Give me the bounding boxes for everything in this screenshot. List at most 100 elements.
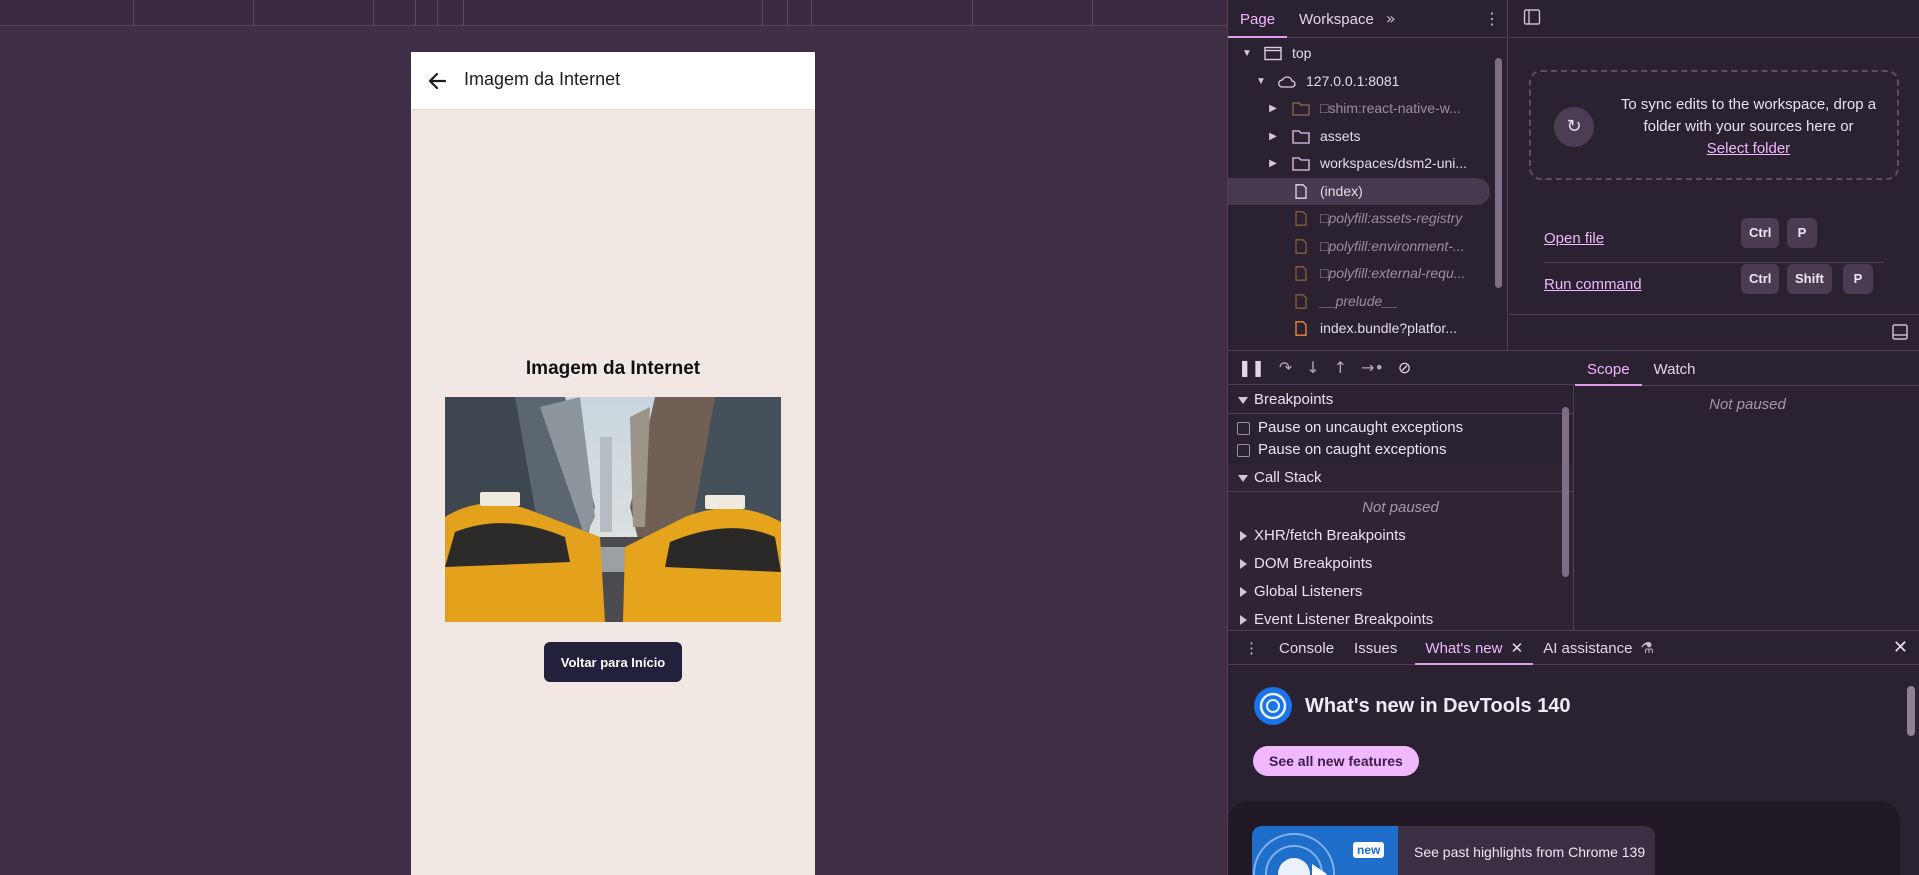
tab-console[interactable]: Console xyxy=(1269,631,1344,665)
drawer-menu-icon[interactable]: ⋮ xyxy=(1228,639,1269,657)
close-drawer-icon[interactable]: ✕ xyxy=(1893,637,1908,658)
deactivate-breakpoints-icon[interactable]: ⊘ xyxy=(1398,358,1411,377)
highlights-card: new See past highlights from Chrome 139 xyxy=(1228,801,1900,875)
toggle-debugger-icon[interactable] xyxy=(1892,324,1908,340)
bottom-drawer: ⋮ Console Issues What's new ✕ AI assista… xyxy=(1228,630,1919,875)
run-command-link[interactable]: Run command xyxy=(1544,276,1642,293)
select-folder-link[interactable]: Select folder xyxy=(1611,138,1886,160)
drop-text: To sync edits to the workspace, drop a f… xyxy=(1611,94,1886,160)
scope-tabbar: Scope Watch xyxy=(1575,351,1919,386)
tab-scope[interactable]: Scope xyxy=(1575,351,1642,386)
pause-caught-checkbox[interactable]: Pause on caught exceptions xyxy=(1228,439,1573,461)
cloud-icon xyxy=(1278,75,1296,88)
debugger-pane: ❚❚ ↷ ↓ ↑ →• ⊘ Breakpoints Pause on uncau… xyxy=(1228,350,1919,634)
drawer-scrollbar[interactable] xyxy=(1904,666,1918,875)
script-file-icon xyxy=(1295,321,1307,336)
pause-uncaught-checkbox[interactable]: Pause on uncaught exceptions xyxy=(1228,417,1573,439)
whats-new-heading: What's new in DevTools 140 xyxy=(1253,686,1571,726)
run-command-row: Run command Ctrl Shift P xyxy=(1544,264,1884,309)
flask-icon: ⚗ xyxy=(1640,639,1655,657)
file-icon xyxy=(1295,183,1307,199)
close-tab-icon[interactable]: ✕ xyxy=(1511,640,1524,657)
workspace-drop-zone[interactable]: ↻ To sync edits to the workspace, drop a… xyxy=(1529,70,1899,180)
step-out-icon[interactable]: ↑ xyxy=(1334,358,1347,377)
top-ruler xyxy=(0,0,1227,26)
tab-issues[interactable]: Issues xyxy=(1344,631,1407,665)
tab-whats-new[interactable]: What's new ✕ xyxy=(1415,631,1534,665)
folder-icon xyxy=(1292,102,1310,116)
kbd-key: P xyxy=(1787,218,1817,248)
pause-icon[interactable]: ❚❚ xyxy=(1238,358,1265,377)
tree-item[interactable]: index.bundle?platfor... xyxy=(1228,315,1490,343)
highlight-item[interactable]: new See past highlights from Chrome 139 xyxy=(1252,826,1655,875)
sync-icon: ↻ xyxy=(1554,107,1594,147)
tab-page[interactable]: Page xyxy=(1228,0,1288,38)
app-header: Imagem da Internet xyxy=(411,52,815,110)
back-home-button[interactable]: Voltar para Início xyxy=(544,642,682,682)
debugger-scrollbar[interactable] xyxy=(1558,387,1572,627)
navigator-tabbar: Page Workspace » ⋮ xyxy=(1228,0,1508,38)
editor-footer xyxy=(1509,314,1919,350)
tab-workspace[interactable]: Workspace xyxy=(1287,0,1386,38)
step-into-icon[interactable]: ↓ xyxy=(1306,358,1319,377)
tree-item[interactable]: ▶ assets xyxy=(1228,123,1490,151)
scope-status: Not paused xyxy=(1709,396,1786,413)
script-file-icon xyxy=(1295,238,1307,254)
tree-item[interactable]: □polyfill:assets-registry xyxy=(1228,205,1490,233)
scope-pane: Scope Watch Not paused xyxy=(1575,351,1919,631)
device-viewport: Imagem da Internet Imagem da Internet Vo… xyxy=(0,0,1227,875)
highlight-text: See past highlights from Chrome 139 xyxy=(1414,844,1646,860)
navigator-scrollbar[interactable] xyxy=(1490,38,1506,345)
file-tree: ▼ top ▼ 127.0.0.1:8081 ▶ □shim:react-nat… xyxy=(1228,40,1490,345)
see-all-features-button[interactable]: See all new features xyxy=(1253,746,1419,776)
kbd-key: P xyxy=(1843,264,1873,294)
script-file-icon xyxy=(1295,211,1307,226)
debugger-toolbar: ❚❚ ↷ ↓ ↑ →• ⊘ xyxy=(1228,351,1574,385)
chrome-logo-icon xyxy=(1254,687,1292,725)
script-file-icon xyxy=(1295,293,1307,309)
tree-item[interactable]: (index) xyxy=(1228,177,1490,205)
tree-item[interactable]: ▼ 127.0.0.1:8081 xyxy=(1228,68,1490,96)
internet-image xyxy=(445,397,781,622)
tree-item[interactable]: ▶ □shim:react-native-w... xyxy=(1228,95,1490,123)
checkbox[interactable] xyxy=(1237,422,1250,435)
tree-item[interactable]: ▼ top xyxy=(1228,40,1490,68)
sources-navigator: Page Workspace » ⋮ ▼ top ▼ 127.0.0.1:808… xyxy=(1228,0,1508,350)
tree-item[interactable]: □polyfill:environment-... xyxy=(1228,233,1490,261)
kbd-key: Ctrl xyxy=(1741,264,1780,294)
editor-tabbar xyxy=(1509,0,1919,38)
new-badge: new xyxy=(1353,842,1385,858)
header-title: Imagem da Internet xyxy=(464,69,621,89)
script-file-icon xyxy=(1295,266,1307,281)
call-stack-status: Not paused xyxy=(1228,492,1573,522)
back-arrow-icon[interactable] xyxy=(425,68,451,94)
step-icon[interactable]: →• xyxy=(1361,358,1384,377)
tree-item[interactable]: □polyfill:external-requ... xyxy=(1228,260,1490,288)
kebab-menu-icon[interactable]: ⋮ xyxy=(1484,9,1500,28)
breakpoints-header[interactable]: Breakpoints xyxy=(1228,386,1573,414)
devtools-panel: Page Workspace » ⋮ ▼ top ▼ 127.0.0.1:808… xyxy=(1227,0,1919,875)
mobile-screen: Imagem da Internet Imagem da Internet Vo… xyxy=(411,52,815,875)
call-stack-header[interactable]: Call Stack xyxy=(1228,464,1573,492)
step-over-icon[interactable]: ↷ xyxy=(1279,358,1292,377)
global-listeners-header[interactable]: Global Listeners xyxy=(1228,578,1573,606)
drawer-tabbar: ⋮ Console Issues What's new ✕ AI assista… xyxy=(1228,631,1919,665)
checkbox[interactable] xyxy=(1237,444,1250,457)
more-tabs-icon[interactable]: » xyxy=(1386,9,1396,28)
open-file-link[interactable]: Open file xyxy=(1544,230,1604,247)
kbd-key: Shift xyxy=(1787,264,1832,294)
dom-breakpoints-header[interactable]: DOM Breakpoints xyxy=(1228,550,1573,578)
editor-empty-state: ↻ To sync edits to the workspace, drop a… xyxy=(1509,0,1919,350)
whats-new-content: What's new in DevTools 140 See all new f… xyxy=(1228,666,1900,875)
tab-ai-assistance[interactable]: AI assistance ⚗ xyxy=(1533,631,1664,665)
kbd-key: Ctrl xyxy=(1741,218,1780,248)
folder-icon xyxy=(1292,157,1310,171)
content-title: Imagem da Internet xyxy=(525,358,701,379)
tree-item[interactable]: __prelude__ xyxy=(1228,288,1490,316)
xhr-breakpoints-header[interactable]: XHR/fetch Breakpoints xyxy=(1228,522,1573,550)
tab-watch[interactable]: Watch xyxy=(1642,351,1708,386)
tree-item[interactable]: ▶ workspaces/dsm2-uni... xyxy=(1228,150,1490,178)
folder-icon xyxy=(1292,129,1310,144)
toggle-navigator-icon[interactable] xyxy=(1523,8,1541,26)
debugger-sidebar: Breakpoints Pause on uncaught exceptions… xyxy=(1228,386,1574,634)
